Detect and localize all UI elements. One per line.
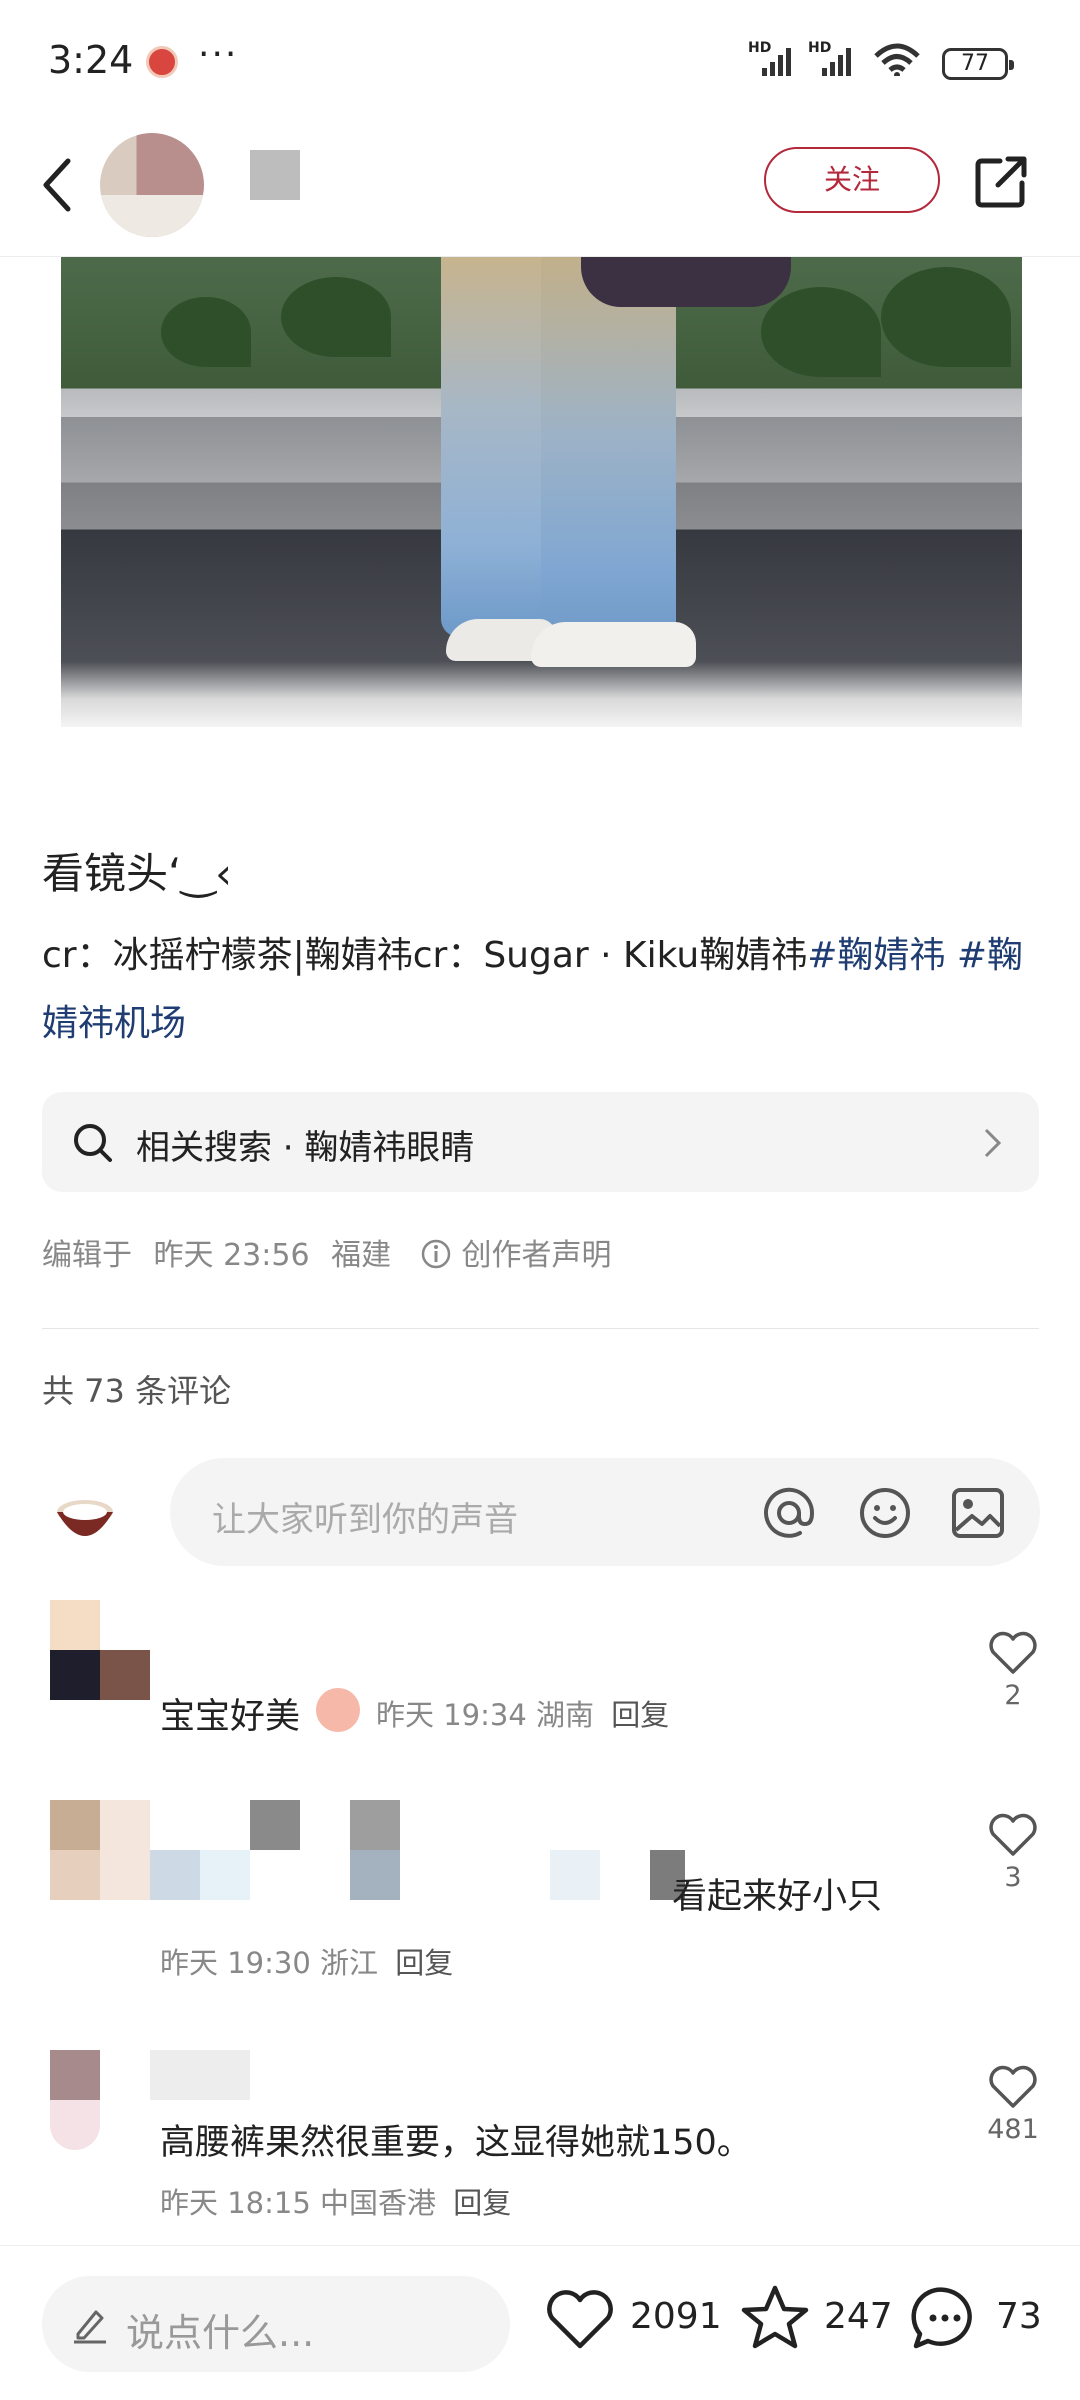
say-something-placeholder: 说点什么... [126, 2311, 315, 2355]
comment-count: 共 73 条评论 [42, 1372, 232, 1410]
follow-button[interactable]: 关注 [764, 147, 940, 213]
chevron-right-icon [984, 1128, 1002, 1158]
comment-time: 昨天 19:30 [160, 1946, 311, 1980]
status-bar: 3:24 ··· HD HD 77 [0, 0, 1080, 125]
author-name-blurred[interactable] [250, 150, 300, 200]
reply-button[interactable]: 回复 [395, 1946, 453, 1980]
comment-location: 浙江 [320, 1946, 379, 1980]
blurred-text [200, 1850, 250, 1900]
post-image[interactable] [61, 257, 1022, 727]
say-something-input[interactable]: 说点什么... [42, 2276, 510, 2372]
comment-like-button[interactable]: 481 [978, 2064, 1048, 2145]
comment-time: 昨天 19:34 [376, 1698, 527, 1732]
commenter-avatar[interactable] [50, 2050, 150, 2150]
comment-bubble-icon [911, 2287, 972, 2349]
comment-meta: 昨天 19:34 湖南 回复 [376, 1692, 669, 1734]
edited-label: 编辑于 [42, 1238, 132, 1273]
blurred-username [250, 1800, 300, 1850]
favorite-count: 247 [824, 2296, 893, 2337]
back-icon[interactable] [38, 155, 78, 215]
star-icon [741, 2285, 809, 2349]
post-meta: 编辑于 昨天 23:56 福建 [42, 1230, 403, 1274]
creator-statement-link[interactable]: 创作者声明 [420, 1230, 612, 1274]
comment-count-bottom: 73 [996, 2296, 1042, 2337]
comment-like-count: 481 [987, 2114, 1039, 2145]
search-icon [74, 1124, 112, 1162]
related-search-bar[interactable]: 相关搜索 · 鞠婧祎眼睛 [42, 1092, 1039, 1192]
signal-icon-2 [822, 48, 851, 76]
favorite-button[interactable]: 247 [740, 2270, 893, 2366]
comment-button[interactable]: 73 [910, 2270, 1050, 2366]
heart-icon [989, 1813, 1037, 1856]
like-button[interactable]: 2091 [544, 2270, 722, 2366]
blurred-text [550, 1850, 600, 1900]
heart-icon [989, 1631, 1037, 1674]
comment-like-count: 2 [1004, 1680, 1022, 1711]
status-time: 3:24 [48, 38, 134, 82]
creator-statement-label: 创作者声明 [461, 1238, 612, 1273]
heart-icon [989, 2065, 1037, 2108]
share-icon[interactable] [972, 153, 1030, 211]
comment-location: 中国香港 [320, 2186, 437, 2220]
blurred-text [350, 1850, 400, 1900]
comment-like-button[interactable]: 2 [985, 1630, 1041, 1711]
commenter-avatar[interactable] [50, 1800, 150, 1900]
app-notification-icon [146, 46, 178, 78]
battery-indicator: 77 [942, 48, 1014, 80]
edited-time: 昨天 23:56 [153, 1238, 310, 1273]
heart-icon [547, 2290, 613, 2349]
comment-text: 高腰裤果然很重要，这显得她就150。 [160, 2123, 752, 2163]
status-more-indicator: ··· [198, 34, 239, 75]
comment-meta: 昨天 18:15 中国香港 回复 [160, 2180, 511, 2222]
blurred-text [150, 1850, 200, 1900]
my-avatar[interactable] [50, 1480, 120, 1550]
comment-text: 宝宝好美 [160, 1697, 301, 1737]
comment-like-count: 3 [1004, 1862, 1022, 1893]
blurred-username [350, 1800, 400, 1850]
info-icon [421, 1239, 451, 1269]
divider [42, 1328, 1039, 1329]
image-icon[interactable] [950, 1486, 1006, 1540]
commenter-avatar[interactable] [50, 1600, 150, 1700]
comment-time: 昨天 18:15 [160, 2186, 311, 2220]
comment-input-placeholder: 让大家听到你的声音 [212, 1500, 518, 1540]
edited-location: 福建 [331, 1238, 392, 1273]
post-title: 看镜头‘‿‹ [42, 849, 232, 898]
pencil-icon [74, 2310, 106, 2344]
signal-icon [762, 48, 791, 76]
comment-meta: 昨天 19:30 浙江 回复 [160, 1940, 453, 1982]
comment-text: 看起来好小只 [672, 1877, 883, 1917]
comment-location: 湖南 [536, 1698, 595, 1732]
wifi-icon [874, 43, 920, 76]
hashtag-link[interactable]: #鞠婧祎 [807, 935, 945, 976]
reply-button[interactable]: 回复 [611, 1698, 669, 1732]
bottom-action-bar: 说点什么... 2091 247 73 [0, 2245, 1080, 2400]
post-description: cr：冰摇柠檬茶|鞠婧祎cr：Sugar · Kiku鞠婧祎#鞠婧祎 #鞠婧祎机… [42, 922, 1032, 1058]
comment-input[interactable]: 让大家听到你的声音 [170, 1458, 1040, 1566]
emoji-icon[interactable] [858, 1486, 912, 1540]
at-icon[interactable] [762, 1486, 816, 1540]
post-header: 关注 [0, 125, 1080, 257]
reply-button[interactable]: 回复 [453, 2186, 511, 2220]
blurred-username [150, 2050, 250, 2100]
comment-like-button[interactable]: 3 [985, 1812, 1041, 1893]
description-text: cr：冰摇柠檬茶|鞠婧祎cr：Sugar · Kiku鞠婧祎 [42, 935, 808, 976]
like-count: 2091 [630, 2296, 722, 2337]
peach-emoji-icon [316, 1688, 360, 1732]
author-avatar[interactable] [100, 133, 204, 237]
related-search-label: 相关搜索 · 鞠婧祎眼睛 [136, 1128, 475, 1168]
